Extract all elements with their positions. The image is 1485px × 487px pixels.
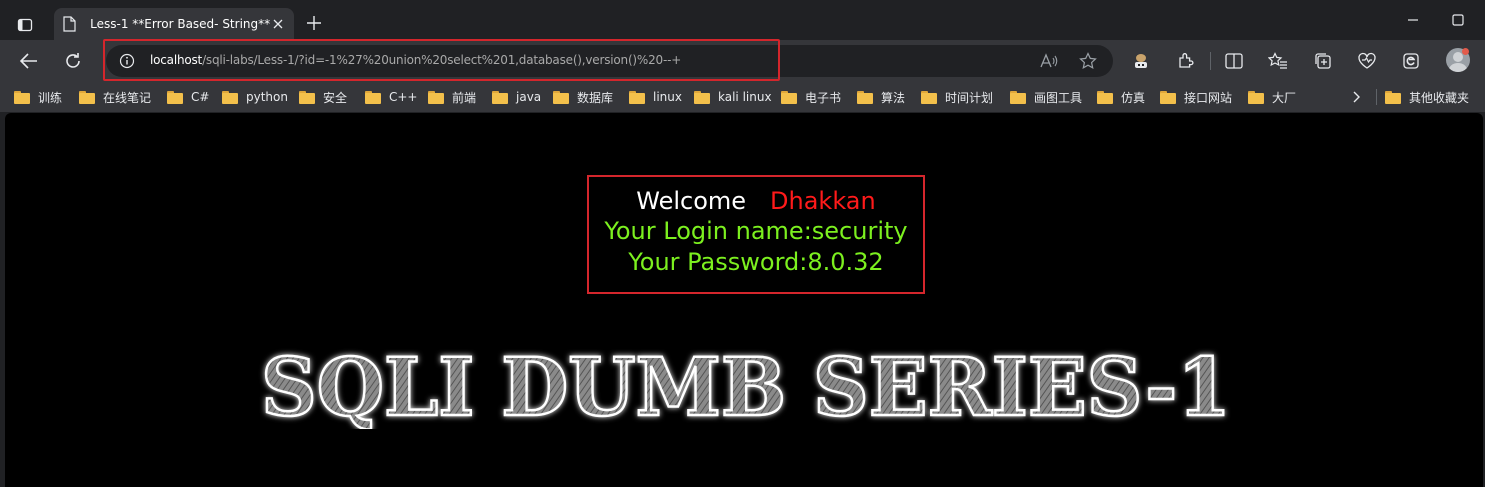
folder-icon: [365, 90, 381, 104]
split-screen-icon[interactable]: [1221, 48, 1247, 74]
tab-title: Less-1 **Error Based- String**: [90, 17, 271, 31]
refresh-icon[interactable]: [60, 48, 86, 74]
folder-icon: [492, 90, 508, 104]
bookmark-folder[interactable]: java: [492, 88, 541, 106]
bookmark-folder[interactable]: 算法: [857, 88, 905, 106]
bookmarks-divider: [1376, 89, 1377, 105]
bookmark-folder[interactable]: 电子书: [781, 88, 841, 106]
bookmark-label: kali linux: [718, 90, 772, 104]
bookmark-folder[interactable]: 在线笔记: [79, 88, 151, 106]
bookmark-label: 安全: [323, 90, 348, 105]
minimize-icon[interactable]: [1403, 10, 1423, 30]
bookmark-folder[interactable]: 画图工具: [1010, 88, 1082, 106]
toolbar-divider: [1210, 52, 1211, 70]
login-result-box: Welcome Dhakkan Your Login name:security …: [587, 175, 925, 294]
folder-icon: [299, 90, 315, 104]
bookmark-folder[interactable]: kali linux: [694, 88, 772, 106]
bookmark-folder[interactable]: 前端: [428, 88, 476, 106]
folder-icon: [921, 90, 937, 104]
close-tab-icon[interactable]: [270, 15, 286, 33]
folder-icon: [14, 90, 30, 104]
performance-icon[interactable]: [1354, 48, 1380, 74]
bookmark-folder[interactable]: 训练: [14, 88, 62, 106]
folder-icon: [222, 90, 238, 104]
url-host: localhost: [150, 53, 203, 67]
page-content: Welcome Dhakkan Your Login name:security …: [5, 113, 1483, 487]
bookmark-label: 接口网站: [1184, 90, 1233, 105]
bookmark-label: 大厂: [1272, 90, 1297, 105]
bookmark-folder[interactable]: linux: [629, 88, 682, 106]
maximize-icon[interactable]: [1448, 10, 1468, 30]
welcome-line: Welcome Dhakkan: [589, 186, 923, 216]
folder-icon: [1010, 90, 1026, 104]
bookmark-folder[interactable]: 数据库: [553, 88, 613, 106]
banner-text: SQLI DUMB SERIES-1: [261, 340, 1231, 429]
tab-strip: Less-1 **Error Based- String**: [0, 0, 1485, 40]
bookmark-label: 其他收藏夹: [1409, 90, 1470, 105]
bookmark-label: 算法: [881, 90, 906, 105]
sqli-dumb-series-banner: SQLI DUMB SERIES-1: [260, 339, 1233, 429]
other-bookmarks-folder[interactable]: 其他收藏夹: [1385, 88, 1469, 106]
favorite-star-icon[interactable]: [1078, 51, 1098, 71]
folder-icon: [1385, 90, 1401, 104]
bookmark-label: 电子书: [805, 90, 842, 105]
bookmark-label: 画图工具: [1034, 90, 1083, 105]
folder-icon: [79, 90, 95, 104]
bookmark-label: java: [516, 90, 542, 104]
bookmark-label: 训练: [38, 90, 63, 105]
bookmark-folder[interactable]: C++: [365, 88, 418, 106]
folder-icon: [694, 90, 710, 104]
bookmark-label: 在线笔记: [103, 90, 152, 105]
folder-icon: [428, 90, 444, 104]
bookmarks-bar: 训练 在线笔记 C# python 安全 C++ 前端 java 数据库 lin…: [0, 82, 1485, 112]
extension-tool-icon[interactable]: [1128, 48, 1154, 74]
bookmark-label: linux: [653, 90, 682, 104]
bookmark-label: 前端: [452, 90, 477, 105]
tab-actions-icon[interactable]: [10, 10, 40, 40]
back-icon[interactable]: [16, 48, 42, 74]
bookmark-folder[interactable]: 大厂: [1248, 88, 1296, 106]
collections-icon[interactable]: [1310, 48, 1336, 74]
bookmark-folder[interactable]: C#: [167, 88, 209, 106]
site-info-icon[interactable]: [118, 52, 136, 70]
folder-icon: [857, 90, 873, 104]
folder-icon: [1097, 90, 1113, 104]
bookmark-folder[interactable]: 仿真: [1097, 88, 1145, 106]
folder-icon: [781, 90, 797, 104]
folder-icon: [1248, 90, 1264, 104]
folder-icon: [629, 90, 645, 104]
extensions-icon[interactable]: [1173, 48, 1199, 74]
active-tab[interactable]: Less-1 **Error Based- String**: [54, 8, 294, 40]
new-tab-icon[interactable]: [303, 12, 325, 34]
bookmark-folder[interactable]: 安全: [299, 88, 347, 106]
password-text: Your Password:8.0.32: [628, 248, 884, 276]
page-icon: [62, 16, 76, 32]
bookmark-label: 数据库: [577, 90, 614, 105]
bookmark-folder[interactable]: python: [222, 88, 288, 106]
url-path: /sqli-labs/Less-1/?id=-1%27%20union%20se…: [202, 53, 682, 67]
address-bar[interactable]: localhost/sqli-labs/Less-1/?id=-1%27%20u…: [106, 45, 1113, 77]
notification-dot: [1462, 48, 1469, 55]
folder-icon: [1160, 90, 1176, 104]
bookmark-label: python: [246, 90, 288, 104]
url-text[interactable]: localhost/sqli-labs/Less-1/?id=-1%27%20u…: [150, 53, 681, 67]
username-text: Dhakkan: [770, 187, 876, 215]
welcome-text: Welcome: [636, 187, 747, 215]
folder-icon: [167, 90, 183, 104]
bookmark-label: C++: [389, 90, 418, 104]
bookmark-folder[interactable]: 接口网站: [1160, 88, 1232, 106]
toolbar: localhost/sqli-labs/Less-1/?id=-1%27%20u…: [0, 40, 1485, 82]
bookmark-label: C#: [191, 90, 210, 104]
folder-icon: [553, 90, 569, 104]
bookmark-folder[interactable]: 时间计划: [921, 88, 993, 106]
bookmark-label: 仿真: [1121, 90, 1146, 105]
read-aloud-icon[interactable]: [1039, 51, 1059, 71]
edge-feature-icon[interactable]: [1398, 48, 1424, 74]
login-name-text: Your Login name:security: [604, 217, 908, 245]
chevron-right-icon[interactable]: [1349, 89, 1365, 105]
bookmark-label: 时间计划: [945, 90, 994, 105]
favorites-icon[interactable]: [1265, 48, 1291, 74]
